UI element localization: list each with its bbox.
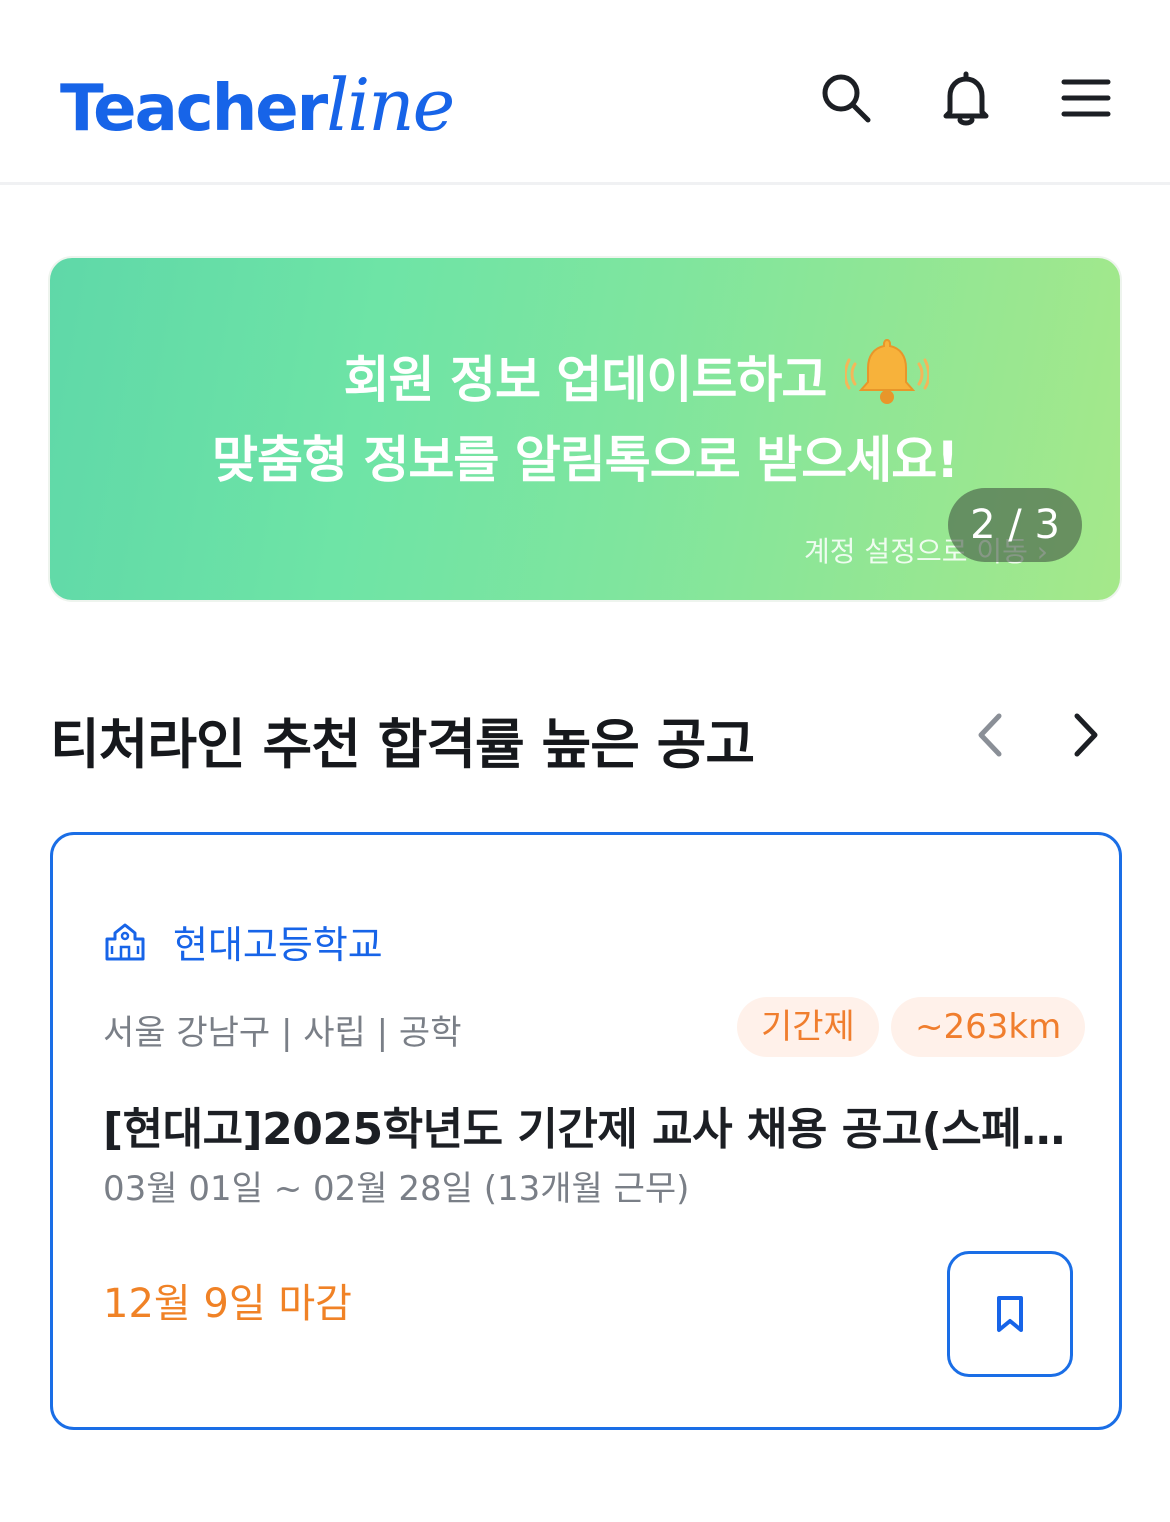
school-row: 현대고등학교 <box>103 917 383 967</box>
job-card[interactable]: 현대고등학교 서울 강남구 | 사립 | 공학 기간제 ~263km [현대고]… <box>50 832 1122 1430</box>
bookmark-button[interactable] <box>947 1251 1073 1377</box>
bookmark-icon <box>997 1296 1023 1332</box>
job-title[interactable]: [현대고]2025학년도 기간제 교사 채용 공고(스페인어) <box>103 1093 1073 1157</box>
job-deadline: 12월 9일 마감 <box>103 1281 352 1327</box>
banner-pager: 2 / 3 <box>948 488 1082 562</box>
app-header: Teacherline <box>0 0 1170 185</box>
section-title: 티처라인 추천 합격률 높은 공고 <box>50 713 755 776</box>
school-name: 현대고등학교 <box>173 922 383 967</box>
menu-icon <box>1061 79 1111 117</box>
menu-button[interactable] <box>1048 60 1124 136</box>
logo-text-script: line <box>326 63 455 147</box>
job-period: 03월 01일 ~ 02월 28일 (13개월 근무) <box>103 1169 690 1209</box>
distance-tag: ~263km <box>891 997 1086 1057</box>
prev-button[interactable] <box>956 700 1026 770</box>
chevron-right-icon <box>1074 713 1098 757</box>
search-button[interactable] <box>808 60 884 136</box>
banner-line-2: 맞춤형 정보를 알림톡으로 받으세요! <box>211 431 959 489</box>
ringing-bell-icon <box>845 338 929 404</box>
teacherline-logo[interactable]: Teacherline <box>60 69 455 144</box>
school-icon <box>105 923 145 961</box>
bell-icon <box>943 71 989 126</box>
search-icon <box>822 74 871 123</box>
job-meta: 서울 강남구 | 사립 | 공학 <box>103 1013 462 1053</box>
notification-button[interactable] <box>928 60 1004 136</box>
next-button[interactable] <box>1050 700 1120 770</box>
promo-banner[interactable]: 회원 정보 업데이트하고 맞춤형 정보를 알림톡으로 받으세요! 계정 설정으로… <box>50 258 1120 600</box>
banner-line-1: 회원 정보 업데이트하고 <box>343 351 828 409</box>
employment-type-tag: 기간제 <box>737 997 879 1057</box>
chevron-left-icon <box>978 713 1002 757</box>
logo-text-bold: Teacher <box>60 72 328 146</box>
